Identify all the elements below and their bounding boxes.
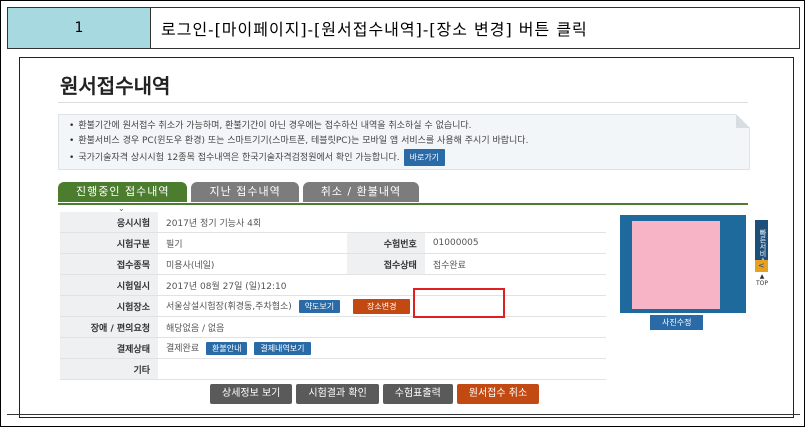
payment-value: 결제완료: [166, 344, 200, 354]
field-label: 결제상태: [60, 337, 158, 359]
field-label: 시험구분: [60, 232, 158, 254]
map-button[interactable]: 약도보기: [298, 299, 341, 313]
table-row: 결제상태 결제완료 환불안내 결제내역보기: [60, 337, 606, 359]
table-row: 장애 / 편의요청 해당없음 / 없음: [60, 316, 606, 338]
tab-in-progress[interactable]: 진행중인 접수내역: [58, 182, 188, 202]
exam-result-button[interactable]: 시험결과 확인: [296, 384, 379, 404]
shortcut-button[interactable]: 바로가기: [403, 149, 446, 166]
notice-item: 국가기술자격 상시시험 12종목 접수내역은 한국기술자격검정원에서 확인 가능…: [69, 149, 749, 166]
field-value: 필기: [158, 232, 347, 254]
field-label: 수험번호: [346, 232, 425, 254]
field-value: 2017년 정기 기능사 4회: [158, 212, 606, 233]
print-ticket-button[interactable]: 수험표출력: [382, 384, 453, 404]
field-label: 시험일시: [60, 274, 158, 296]
place-value: 서울상설시험장(휘경동,주차협소): [166, 301, 292, 312]
field-label: 접수상태: [346, 253, 425, 275]
field-value: 01000005: [424, 232, 606, 254]
field-value: [158, 358, 606, 380]
action-bar: 상세정보 보기 시험결과 확인 수험표출력 원서접수 취소: [210, 384, 543, 404]
highlight-box: [413, 288, 505, 318]
field-value: 미용사(네일): [158, 253, 347, 275]
cancel-application-button[interactable]: 원서접수 취소: [456, 384, 540, 404]
top-label: TOP: [755, 280, 768, 287]
table-row: 응시시험 2017년 정기 기능사 4회: [60, 212, 606, 233]
field-value: 2017년 08월 27일 (일)12:10: [158, 274, 606, 296]
tab-past[interactable]: 지난 접수내역: [191, 182, 299, 202]
table-row: 시험구분 필기 수험번호 01000005: [60, 232, 606, 254]
table-row: 기타: [60, 358, 606, 380]
chevron-left-icon[interactable]: <: [755, 260, 768, 272]
page-title: 원서접수내역: [60, 74, 171, 98]
bottom-rule: [7, 414, 800, 415]
table-row: 시험장소 서울상설시험장(휘경동,주차협소) 약도보기 장소변경: [60, 295, 606, 317]
caret-up-icon: ▲: [759, 273, 765, 280]
change-place-button[interactable]: 장소변경: [353, 298, 411, 314]
field-value: 접수완료: [424, 253, 606, 275]
field-value: 결제완료 환불안내 결제내역보기: [158, 337, 606, 359]
edit-photo-button[interactable]: 사진수정: [650, 315, 704, 330]
field-label: 시험장소: [60, 295, 158, 317]
document-frame: 1 로그인-[마이페이지]-[원서접수내역]-[장소 변경] 버튼 클릭 원서접…: [0, 0, 805, 427]
field-value: 서울상설시험장(휘경동,주차협소) 약도보기 장소변경: [158, 295, 606, 317]
notice-item: 환불기간에 원서접수 취소가 가능하며, 환불기간이 아닌 경우에는 접수하신 …: [69, 119, 749, 134]
applicant-photo: [632, 221, 720, 309]
step-instruction: 로그인-[마이페이지]-[원서접수내역]-[장소 변경] 버튼 클릭: [161, 20, 588, 39]
detail-view-button[interactable]: 상세정보 보기: [210, 384, 293, 404]
step-header: 1 로그인-[마이페이지]-[원서접수내역]-[장소 변경] 버튼 클릭: [7, 7, 800, 49]
step-number: 1: [8, 8, 151, 48]
table-row: 접수종목 미용사(네일) 접수상태 접수완료: [60, 253, 606, 275]
tab-underline: [58, 203, 748, 205]
field-label: 기타: [60, 358, 158, 380]
application-table: 응시시험 2017년 정기 기능사 4회 시험구분 필기 수험번호 010000…: [60, 212, 606, 380]
field-label: 장애 / 편의요청: [60, 316, 158, 338]
table-row: 시험일시 2017년 08월 27일 (일)12:10: [60, 274, 606, 296]
notice-box: 환불기간에 원서접수 취소가 가능하며, 환불기간이 아닌 경우에는 접수하신 …: [58, 114, 750, 170]
title-divider: [58, 102, 748, 103]
notice-item: 환불서비스 경우 PC(윈도우 환경) 또는 스마트기기(스마트폰, 테블릿PC…: [69, 134, 749, 149]
photo-frame: [620, 215, 746, 313]
top-button[interactable]: ▲ TOP: [754, 273, 770, 287]
tabs: 진행중인 접수내역 지난 접수내역 취소 / 환불내역: [58, 182, 423, 202]
screenshot-panel: 원서접수내역 환불기간에 원서접수 취소가 가능하며, 환불기간이 아닌 경우에…: [19, 57, 794, 418]
field-label: 응시시험: [60, 212, 158, 233]
tab-cancel-refund[interactable]: 취소 / 환불내역: [302, 182, 420, 202]
payment-detail-button[interactable]: 결제내역보기: [254, 342, 311, 355]
page-fold-icon: [736, 114, 750, 128]
refund-info-button[interactable]: 환불안내: [206, 342, 248, 355]
field-label: 접수종목: [60, 253, 158, 275]
field-value: 해당없음 / 없음: [158, 316, 606, 338]
